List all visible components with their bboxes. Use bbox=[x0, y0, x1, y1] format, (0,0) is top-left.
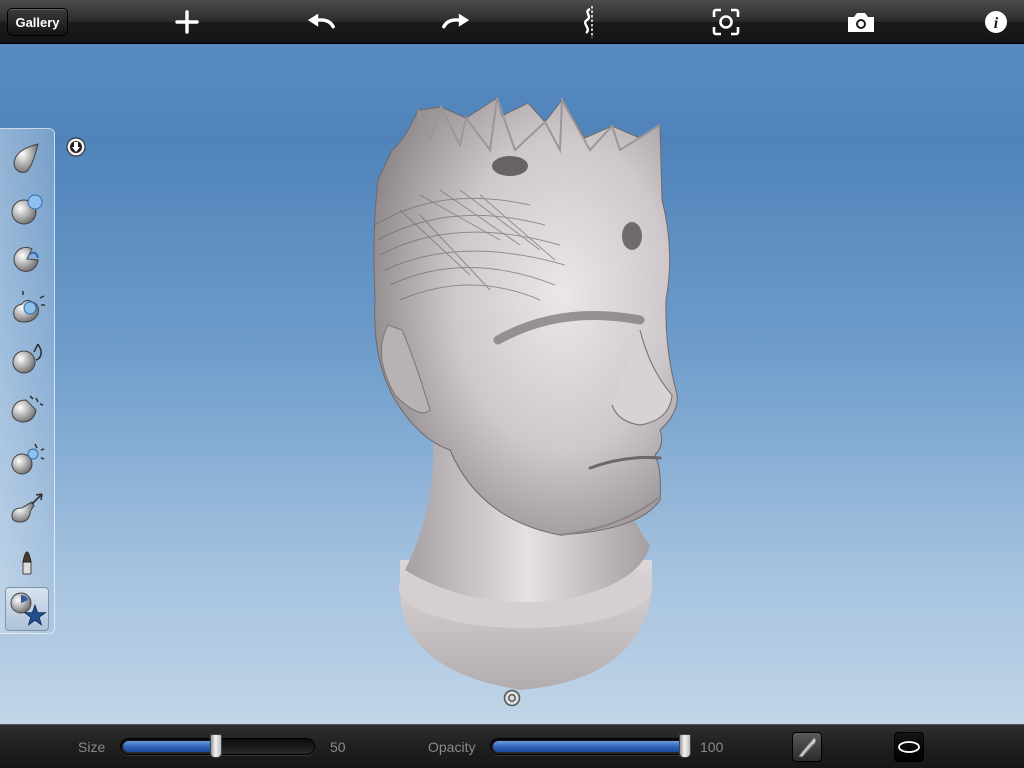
move-tool-icon bbox=[11, 493, 43, 523]
tool-palette bbox=[0, 128, 55, 634]
inflate-tool-icon bbox=[11, 194, 43, 225]
head-model[interactable] bbox=[0, 44, 1024, 724]
paint-tool-button[interactable] bbox=[5, 537, 49, 581]
flatten-tool-button[interactable] bbox=[5, 387, 49, 431]
size-value: 50 bbox=[330, 739, 346, 755]
focus-icon[interactable] bbox=[711, 7, 741, 37]
symmetry-icon[interactable] bbox=[577, 6, 607, 38]
size-slider-fill bbox=[123, 741, 216, 752]
add-icon[interactable] bbox=[172, 7, 202, 37]
brush-material-icon bbox=[798, 737, 817, 758]
pinch-tool-button[interactable] bbox=[5, 237, 49, 281]
grab-tool-icon bbox=[12, 343, 42, 374]
stamp-tool-icon bbox=[10, 592, 47, 626]
smooth-tool-button[interactable] bbox=[5, 287, 49, 331]
paint-tool-icon bbox=[22, 551, 32, 575]
opacity-label: Opacity bbox=[428, 739, 476, 755]
top-toolbar: Gallery i bbox=[0, 0, 1024, 44]
info-icon[interactable]: i bbox=[981, 7, 1011, 37]
view-mode-button[interactable] bbox=[894, 732, 924, 762]
camera-icon[interactable] bbox=[846, 7, 876, 37]
inflate-tool-button[interactable] bbox=[5, 187, 49, 231]
undo-icon[interactable] bbox=[306, 7, 336, 37]
smooth-tool-icon bbox=[13, 291, 45, 323]
size-label: Size bbox=[78, 739, 106, 755]
crease-tool-icon bbox=[11, 443, 45, 475]
sculpt-viewport[interactable] bbox=[0, 44, 1024, 724]
crease-tool-button[interactable] bbox=[5, 437, 49, 481]
pinch-tool-icon bbox=[13, 246, 39, 272]
opacity-slider-fill bbox=[493, 741, 685, 752]
opacity-slider[interactable] bbox=[490, 734, 691, 758]
draw-tool-icon bbox=[13, 143, 39, 173]
bottom-toolbar: Size 50 Opacity 100 bbox=[0, 724, 1024, 768]
pin-icon[interactable] bbox=[66, 137, 86, 157]
stamp-tool-button[interactable] bbox=[5, 587, 49, 631]
opacity-slider-thumb[interactable] bbox=[679, 734, 691, 758]
redo-icon[interactable] bbox=[441, 7, 471, 37]
size-slider[interactable] bbox=[120, 734, 315, 758]
pivot-handle-icon[interactable] bbox=[503, 689, 521, 707]
gallery-button[interactable]: Gallery bbox=[7, 8, 68, 36]
size-slider-thumb[interactable] bbox=[210, 734, 222, 758]
eye-icon bbox=[898, 741, 920, 753]
sculpting-app: Gallery i Size 50 Opacity 100 bbox=[0, 0, 1024, 768]
draw-tool-button[interactable] bbox=[5, 137, 49, 181]
svg-text:i: i bbox=[994, 15, 999, 32]
move-tool-button[interactable] bbox=[5, 487, 49, 531]
grab-tool-button[interactable] bbox=[5, 337, 49, 381]
flatten-tool-icon bbox=[11, 395, 44, 423]
opacity-value: 100 bbox=[700, 739, 724, 755]
material-button[interactable] bbox=[792, 732, 822, 762]
